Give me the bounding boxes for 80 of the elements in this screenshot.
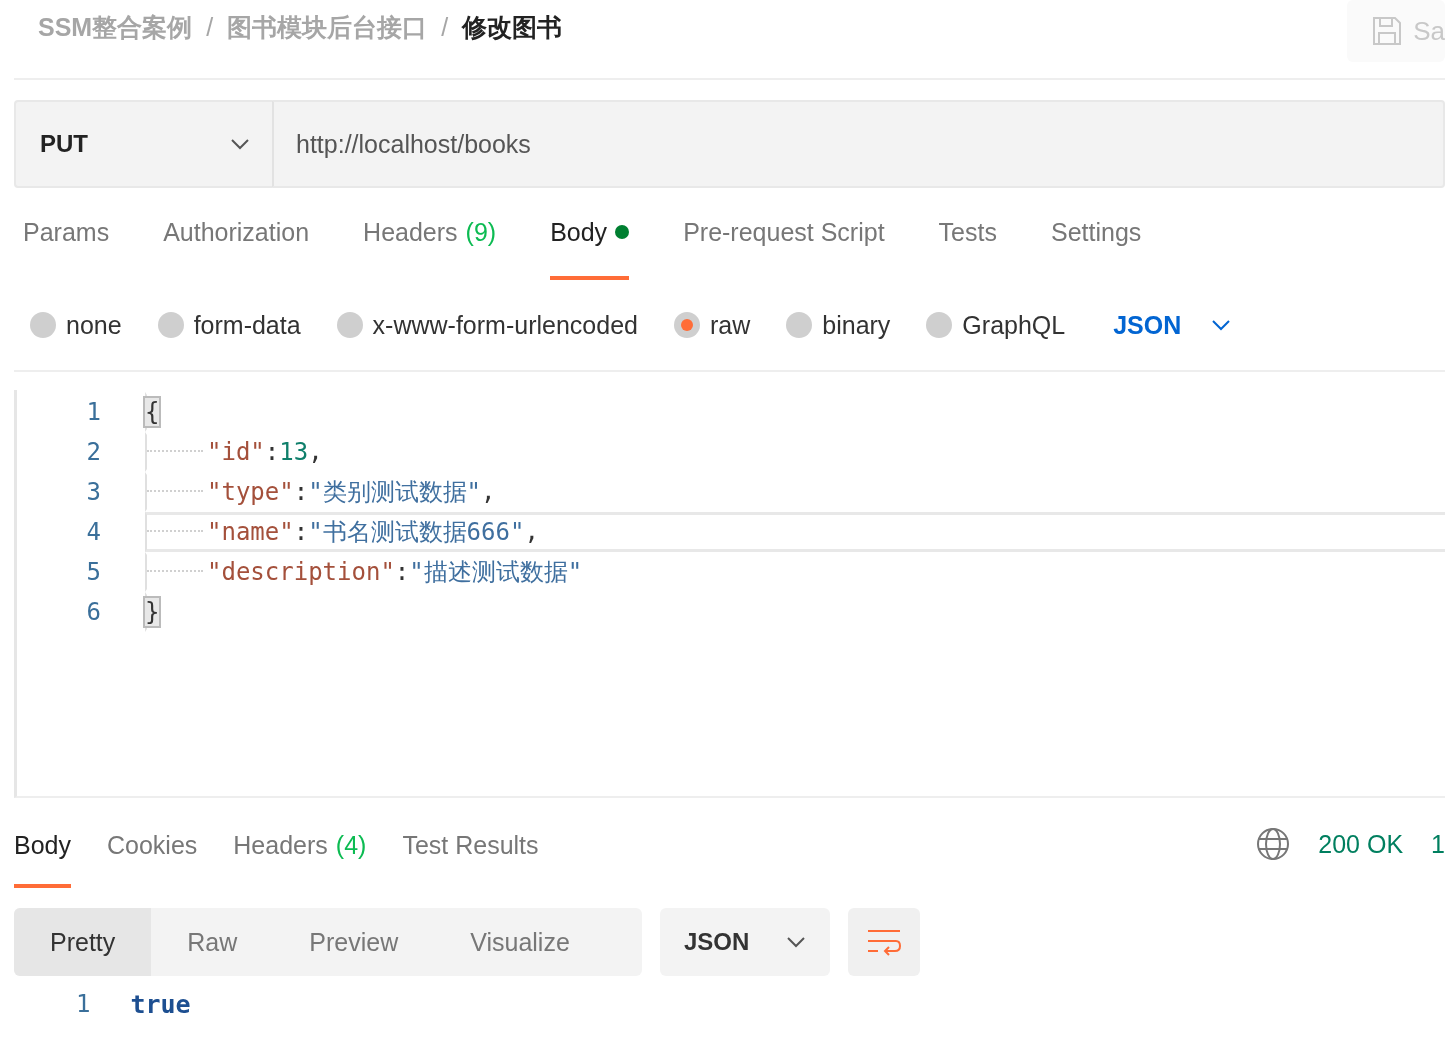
- breadcrumb-separator: /: [206, 12, 214, 42]
- radio-option[interactable]: none: [30, 310, 122, 340]
- radio-label: form-data: [193, 310, 301, 340]
- request-tab[interactable]: Authorization: [163, 188, 310, 280]
- response-time: 1: [1431, 829, 1445, 859]
- request-tab[interactable]: Headers (9): [363, 188, 497, 280]
- breadcrumb-separator: /: [441, 12, 449, 42]
- response-tab[interactable]: Cookies: [107, 806, 198, 888]
- radio-label: raw: [709, 310, 751, 340]
- view-mode-tab[interactable]: Raw: [151, 908, 274, 976]
- format-dropdown[interactable]: JSON: [660, 908, 830, 976]
- indent-guide: [147, 570, 203, 574]
- request-tab[interactable]: Body: [550, 188, 630, 280]
- radio-option[interactable]: raw: [673, 310, 751, 340]
- globe-icon: [1256, 827, 1291, 861]
- radio-button[interactable]: [673, 312, 700, 338]
- radio-button[interactable]: [157, 312, 184, 338]
- indent-guide: [147, 530, 203, 534]
- code-token: :: [394, 558, 410, 586]
- code-token: "name": [207, 518, 294, 546]
- code-token: "type": [207, 478, 294, 506]
- radio-option[interactable]: GraphQL: [926, 310, 1066, 340]
- line-number: 6: [85, 598, 101, 626]
- line-number: 2: [85, 438, 101, 466]
- line-number: 1: [85, 398, 101, 426]
- breadcrumb-item[interactable]: SSM整合案例: [38, 10, 193, 44]
- wrap-lines-button[interactable]: [848, 908, 920, 976]
- breadcrumb-item[interactable]: 图书模块后台接口: [227, 10, 428, 44]
- indent-guide: [147, 490, 203, 494]
- code-token: :: [264, 438, 280, 466]
- radio-label: none: [66, 310, 122, 340]
- tab-count: (4): [335, 830, 367, 860]
- line-number: 4: [85, 518, 101, 546]
- format-dropdown[interactable]: JSON: [1107, 309, 1238, 341]
- code-token: 13: [279, 438, 309, 466]
- radio-option[interactable]: binary: [786, 310, 891, 340]
- radio-button[interactable]: [336, 312, 363, 338]
- code-token: "描述测试数据": [409, 557, 583, 588]
- code-token: "书名测试数据666": [308, 517, 525, 548]
- request-tab[interactable]: Settings: [1050, 188, 1142, 280]
- line-number: 5: [85, 558, 101, 586]
- code-token: "description": [207, 558, 395, 586]
- code-token: "id": [207, 438, 265, 466]
- radio-label: GraphQL: [962, 310, 1066, 340]
- chevron-down-icon: [786, 936, 806, 948]
- radio-label: binary: [822, 310, 891, 340]
- view-mode-tab[interactable]: Visualize: [434, 908, 606, 976]
- chevron-down-icon: [230, 138, 250, 150]
- breadcrumb-item: 修改图书: [462, 11, 563, 43]
- code-token: ,: [481, 478, 496, 506]
- code-token: ,: [524, 518, 539, 546]
- tab-count: (9): [465, 217, 497, 247]
- response-tab[interactable]: Test Results: [402, 806, 539, 888]
- status-code: 200 OK: [1318, 829, 1404, 859]
- response-tab[interactable]: Body: [14, 806, 71, 888]
- radio-button[interactable]: [786, 312, 813, 338]
- response-tab[interactable]: Headers (4): [233, 806, 367, 888]
- request-tab[interactable]: Params: [23, 188, 110, 280]
- code-token: ,: [308, 438, 323, 466]
- response-value: true: [130, 989, 191, 1019]
- radio-option[interactable]: form-data: [157, 310, 301, 340]
- code-token: :: [293, 478, 309, 506]
- view-mode-tab[interactable]: Preview: [273, 908, 435, 976]
- method-dropdown[interactable]: PUT: [14, 100, 272, 188]
- request-tab[interactable]: Tests: [938, 188, 997, 280]
- line-number: 3: [85, 478, 101, 506]
- code-token: }: [145, 598, 160, 626]
- view-mode-tab[interactable]: Pretty: [14, 908, 152, 976]
- code-token: "类别测试数据": [308, 477, 482, 508]
- code-editor[interactable]: 1 { 2 "id":13, 3 "type":"类别测试数据", 4 "name":"书名测试数据666", 5 "description":"描述测试数据" 6 }: [14, 390, 1445, 798]
- code-token: {: [145, 398, 160, 426]
- chevron-down-icon: [1211, 319, 1232, 331]
- code-token: :: [293, 518, 309, 546]
- url-field[interactable]: http://localhost/books: [272, 100, 1445, 188]
- indent-guide: [147, 450, 203, 454]
- request-tab[interactable]: Pre-request Script: [683, 188, 885, 280]
- wrap-lines-icon: [866, 927, 902, 957]
- radio-button[interactable]: [926, 312, 953, 338]
- line-number: 1: [76, 990, 91, 1018]
- radio-button[interactable]: [30, 312, 56, 338]
